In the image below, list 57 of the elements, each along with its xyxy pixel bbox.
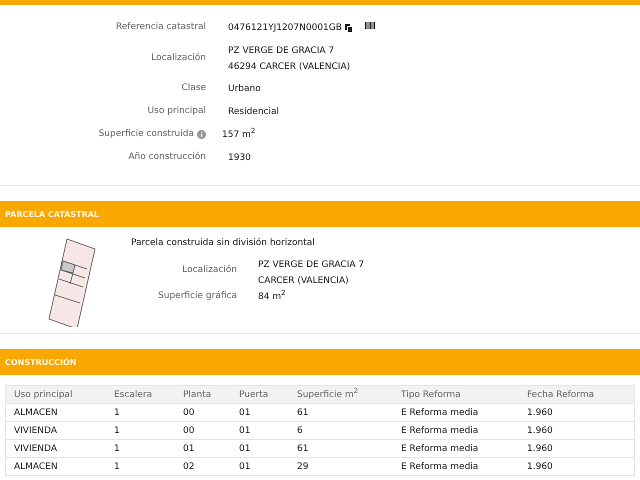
- field-label: Referencia catastral: [114, 21, 206, 32]
- field-label: Año construcción: [127, 150, 206, 162]
- table-cell: 6: [289, 422, 393, 440]
- section-header: PARCELA CATASTRAL: [0, 201, 640, 227]
- table-cell: 1.960: [519, 440, 634, 458]
- field-label: Localización: [181, 264, 237, 275]
- field-value: Residencial: [228, 106, 279, 119]
- field-label: Clase: [180, 82, 206, 93]
- field-value: Urbano: [228, 83, 261, 96]
- table-cell: 01: [231, 458, 289, 476]
- table-cell: 61: [289, 440, 393, 458]
- field-value: 1930: [228, 152, 251, 165]
- table-cell: E Reforma media: [393, 422, 519, 440]
- column-header: Superficie m$^{2}$: [289, 386, 393, 404]
- column-header: Uso principal: [6, 386, 106, 404]
- table-cell: E Reforma media: [393, 440, 519, 458]
- column-header: Tipo Reforma: [393, 386, 519, 404]
- field-label: Superficie construida: [98, 128, 194, 139]
- table-cell: E Reforma media: [393, 404, 519, 422]
- table-cell: VIVIENDA: [6, 422, 106, 440]
- column-header: Puerta: [231, 386, 289, 404]
- table-cell: 1: [106, 458, 175, 476]
- table-cell: 1.960: [519, 458, 634, 476]
- table-cell: 1: [106, 404, 175, 422]
- table-cell: 29: [289, 458, 393, 476]
- table-cell: 01: [231, 422, 289, 440]
- table-cell: 1: [106, 440, 175, 458]
- table-cell: 00: [175, 422, 231, 440]
- field-value: PZ VERGE DE GRACIA 7 CARCER (VALENCIA): [258, 259, 364, 288]
- table-cell: 1.960: [519, 422, 634, 440]
- column-header: Fecha Reforma: [519, 386, 634, 404]
- table-cell: 01: [231, 404, 289, 422]
- table-cell: 02: [175, 458, 231, 476]
- column-header: Planta: [175, 386, 231, 404]
- table-cell: ALMACEN: [6, 404, 106, 422]
- section-header: CONSTRUCCIÓN: [0, 349, 640, 375]
- field-value: 0476121YJ1207N0001GB: [228, 22, 342, 35]
- field-label: Uso principal: [146, 105, 206, 116]
- column-header: Escalera: [106, 386, 175, 404]
- copy-icon[interactable]: [344, 24, 353, 33]
- table-cell: ALMACEN: [6, 458, 106, 476]
- table-cell: 01: [231, 440, 289, 458]
- table-cell: 1: [106, 422, 175, 440]
- info-icon[interactable]: [197, 130, 206, 139]
- field-label: Superficie gráfica: [157, 290, 237, 301]
- parcel-description: Parcela construida sin división horizontal: [131, 236, 316, 250]
- table-cell: E Reforma media: [393, 458, 519, 476]
- field-value: 157 m$^{2}$: [222, 127, 256, 142]
- field-value: 84 m$^{2}$: [258, 289, 286, 304]
- table-cell: VIVIENDA: [6, 440, 106, 458]
- table-cell: 01: [175, 440, 231, 458]
- field-label: Localización: [150, 52, 206, 63]
- table-cell: 00: [175, 404, 231, 422]
- table-cell: 61: [289, 404, 393, 422]
- barcode-icon[interactable]: [364, 22, 375, 31]
- table-cell: 1.960: [519, 404, 634, 422]
- field-value: PZ VERGE DE GRACIA 7 46294 CARCER (VALENCIA): [228, 45, 350, 74]
